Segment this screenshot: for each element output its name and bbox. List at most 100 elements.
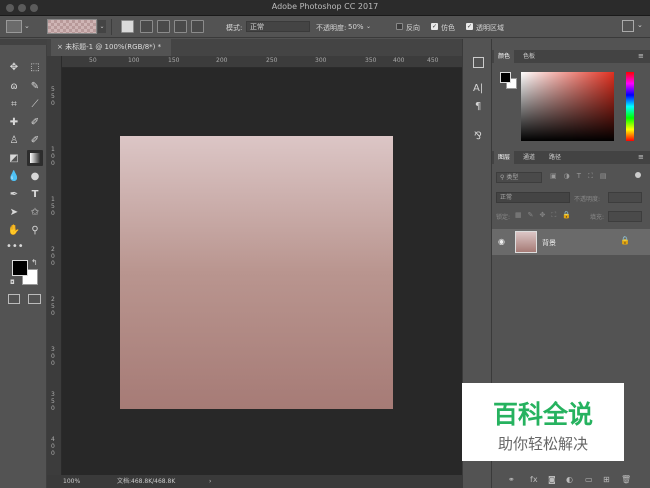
lock-label: 锁定: [496,214,511,221]
chevron-down-icon[interactable]: ⌄ [24,22,30,30]
ruler-tick-label: 150 [168,57,180,64]
layer-opacity-input[interactable] [608,192,642,203]
document-canvas[interactable] [120,136,393,409]
move-tool-icon[interactable]: ✥ [6,60,22,76]
layer-row[interactable]: ◉ 背景 🔒 [492,229,650,255]
toolbar-grip[interactable] [0,39,47,45]
foreground-color-swatch[interactable] [12,260,28,276]
paragraph-panel-icon[interactable]: ¶ [475,101,481,112]
trash-icon[interactable]: 🗑 [621,475,631,484]
layer-style-icon[interactable]: fx [530,475,538,484]
layers-footer: ⚭ fx ◙ ◐ ▭ ⊞ 🗑 [492,475,650,488]
opacity-dropdown-chevron-icon[interactable]: ⌄ [366,23,371,30]
history-brush-tool-icon[interactable]: ✐ [27,133,43,149]
tab-swatches[interactable]: 色板 [519,50,539,63]
color-panel-tabs: 颜色 色板 ≡ [492,50,650,63]
tools-panel: ✥ ⬚ ɷ ✎ ⌗ ⟋ ✚ ✐ ♙ ✐ ◩ 💧 ● ✒ T ➤ ✩ ✋ ⚲ ••… [0,39,47,488]
layer-filter-icons[interactable]: ▣◑T⛶▤ [550,172,614,181]
history-panel-icon[interactable] [473,57,484,68]
panel-menu-icon[interactable]: ≡ [638,52,644,60]
adjustment-layer-icon[interactable]: ◐ [566,475,573,484]
brush-tool-icon[interactable]: ✐ [27,115,43,131]
close-tab-icon[interactable]: × [57,43,63,51]
linear-gradient-button[interactable] [121,20,134,33]
new-layer-icon[interactable]: ⊞ [603,475,610,484]
eyedropper-tool-icon[interactable]: ⟋ [27,97,43,113]
angle-gradient-button[interactable] [157,20,170,33]
transparency-checkbox[interactable]: ✓ [466,23,473,30]
ruler-tick-label: 100 [51,146,55,167]
character-panel-icon[interactable]: A| [473,83,483,94]
dodge-tool-icon[interactable]: ● [27,169,43,185]
ruler-tick-label: 300 [315,57,327,64]
default-colors-icon[interactable]: ◘ [10,279,15,286]
gradient-dropdown-chevron-icon[interactable]: ⌄ [98,20,106,33]
tab-paths[interactable]: 路径 [545,151,565,164]
more-tools-icon[interactable]: ••• [6,239,24,255]
fill-input[interactable] [608,211,642,222]
hand-tool-icon[interactable]: ✋ [6,223,22,239]
quick-mask-icon[interactable] [8,294,20,304]
ruler-tick-label: 250 [51,296,55,317]
vertical-ruler: 550 100 150 200 250 300 350 400 [47,56,62,475]
divider [111,19,112,35]
ruler-tick-label: 400 [51,436,55,457]
blend-mode-select[interactable]: 正常 [496,192,570,203]
tab-color[interactable]: 颜色 [494,50,515,63]
gradient-tool-preset-icon[interactable] [6,20,22,33]
status-menu-arrow-icon[interactable]: › [209,475,211,488]
clone-stamp-tool-icon[interactable]: ♙ [6,133,22,149]
tab-channels[interactable]: 通道 [519,151,539,164]
color-field[interactable] [521,72,614,141]
zoom-level[interactable]: 100% [63,475,80,488]
adjustments-panel-icon[interactable]: ⅋ [474,131,482,142]
reflected-gradient-button[interactable] [174,20,187,33]
workspace-icon[interactable] [622,20,634,32]
dither-checkbox[interactable]: ✓ [431,23,438,30]
screen-mode-icon[interactable] [28,294,41,304]
layer-name[interactable]: 背景 [542,238,556,248]
lock-icon: 🔒 [620,236,630,245]
type-tool-icon[interactable]: T [27,187,43,203]
group-icon[interactable]: ▭ [585,475,593,484]
layers-panel-tabs: 图层 通道 路径 ≡ [492,151,650,164]
tab-unsaved-marker: * [157,43,162,51]
eraser-tool-icon[interactable]: ◩ [6,151,22,167]
ruler-tick-label: 450 [427,57,439,64]
swap-colors-icon[interactable]: ↰ [31,258,38,267]
marquee-tool-icon[interactable]: ⬚ [27,60,43,76]
gradient-picker[interactable] [47,19,97,34]
add-mask-icon[interactable]: ◙ [548,475,556,484]
path-select-tool-icon[interactable]: ➤ [6,205,22,221]
diamond-gradient-button[interactable] [191,20,204,33]
visibility-eye-icon[interactable]: ◉ [498,237,505,246]
horizontal-ruler: 50 100 150 200 250 300 350 400 450 [62,56,462,68]
panel-menu-icon[interactable]: ≡ [638,153,644,161]
tab-layers[interactable]: 图层 [494,151,515,164]
reverse-label: 反向 [406,24,420,32]
quick-select-tool-icon[interactable]: ✎ [27,79,43,95]
canvas-area[interactable] [62,68,462,475]
gradient-tool-icon[interactable] [27,150,43,166]
crop-tool-icon[interactable]: ⌗ [6,97,22,113]
hue-slider[interactable] [626,72,634,141]
blur-tool-icon[interactable]: 💧 [6,169,22,185]
healing-brush-tool-icon[interactable]: ✚ [6,115,22,131]
shape-tool-icon[interactable]: ✩ [27,205,43,221]
chevron-down-icon[interactable]: ⌄ [637,21,643,29]
layer-kind-filter[interactable]: ⚲ 类型 [496,172,542,183]
zoom-tool-icon[interactable]: ⚲ [27,223,43,239]
mode-select[interactable]: 正常 [246,21,310,32]
pen-tool-icon[interactable]: ✒ [6,187,22,203]
document-tab[interactable]: × 未标题-1 @ 100%(RGB/8*) * [51,39,171,56]
lock-icons[interactable]: ▦✎✥⛶🔒 [515,211,577,220]
radial-gradient-button[interactable] [140,20,153,33]
color-panel-foreground-swatch[interactable] [500,72,511,83]
opacity-value[interactable]: 50% [348,23,364,31]
document-tab-bar: × 未标题-1 @ 100%(RGB/8*) * [47,39,462,56]
filter-toggle-icon[interactable] [635,172,641,178]
reverse-checkbox[interactable] [396,23,403,30]
link-layers-icon[interactable]: ⚭ [508,475,515,484]
ruler-tick-label: 100 [128,57,140,64]
lasso-tool-icon[interactable]: ɷ [6,79,22,95]
